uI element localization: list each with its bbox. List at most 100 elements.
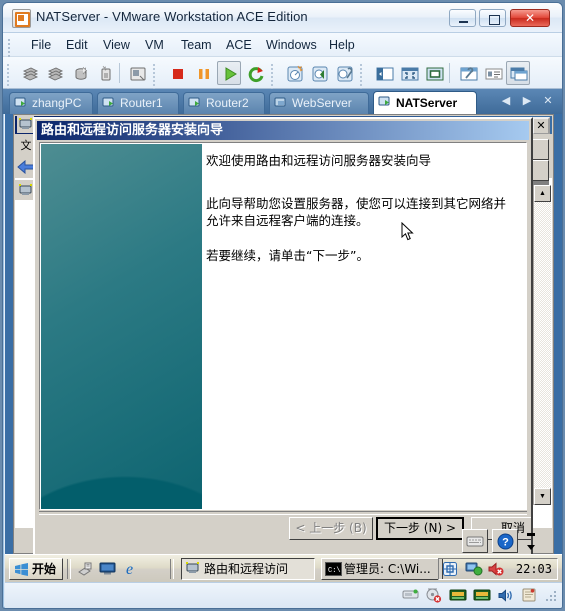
menu-file[interactable]: File	[25, 36, 57, 54]
sound-icon[interactable]	[497, 588, 514, 603]
close-button[interactable]: ✕	[510, 9, 550, 27]
reset-icon[interactable]	[243, 61, 267, 85]
guest-screen[interactable]: ✕ 文 ▲ ▼ 路由和远程访问服务器安装向导 欢迎使用路由和远程访问服务器安装向…	[5, 114, 562, 554]
taskbar-separator-1	[67, 559, 71, 579]
mmc-close-button[interactable]: ✕	[532, 117, 550, 135]
window-titlebar: NATServer - VMware Workstation ACE Editi…	[3, 3, 562, 33]
taskbar-item-label: 管理员: C:\Wi...	[344, 562, 431, 576]
toolbar-grip-3[interactable]	[271, 62, 275, 90]
open-vm-icon[interactable]	[125, 61, 149, 85]
pause-icon[interactable]	[191, 61, 215, 85]
back-button[interactable]: < 上一步 (B)	[289, 517, 373, 540]
vmware-workstation-window: NATServer - VMware Workstation ACE Editi…	[2, 2, 563, 609]
taskbar-item-cmd[interactable]: C:\ 管理员: C:\Wi...	[321, 558, 443, 580]
spinner-buttons[interactable]	[524, 528, 538, 554]
menu-ace[interactable]: ACE	[220, 36, 258, 54]
tab-next-button[interactable]: ▶	[520, 94, 534, 109]
snapshot-manager-icon[interactable]	[332, 61, 356, 85]
minimize-button[interactable]	[449, 9, 476, 27]
taskbar-item-label: 路由和远程访问	[204, 562, 289, 576]
printer-icon[interactable]	[521, 588, 538, 603]
stop-icon[interactable]	[165, 61, 189, 85]
mmc-vertical-scrollbar[interactable]: ▲ ▼	[533, 185, 551, 505]
tab-zhangpc[interactable]: zhangPC	[9, 92, 93, 114]
take-snapshot-icon[interactable]	[282, 61, 306, 85]
resize-grip[interactable]	[546, 591, 558, 603]
tab-natserver[interactable]: NATServer	[373, 91, 477, 114]
menu-vm[interactable]: VM	[139, 36, 170, 54]
revert-snapshot-icon[interactable]	[307, 61, 331, 85]
new-ace-instance-icon[interactable]	[93, 61, 117, 85]
svg-text:?: ?	[502, 536, 509, 548]
power-off-vm-icon[interactable]	[68, 61, 92, 85]
quick-switch-icon[interactable]	[397, 61, 421, 85]
maximize-button[interactable]	[479, 9, 506, 27]
toolbar-grip-2[interactable]	[153, 62, 157, 90]
tree-node-icon[interactable]	[15, 180, 35, 200]
vm-tab-icon	[274, 96, 289, 111]
start-button[interactable]: 开始	[9, 558, 64, 580]
raras-setup-wizard-dialog[interactable]: 路由和远程访问服务器安装向导 欢迎使用路由和远程访问服务器安装向导 此向导帮助您…	[33, 117, 533, 554]
vm-summary-icon[interactable]	[481, 61, 505, 85]
tab-webserver[interactable]: WebServer	[269, 92, 369, 114]
taskbar-separator-2	[170, 559, 174, 579]
wizard-titlebar: 路由和远程访问服务器安装向导	[37, 121, 529, 140]
clock[interactable]: 22:03	[516, 562, 552, 576]
menu-team[interactable]: Team	[175, 36, 218, 54]
tab-close-button[interactable]: ✕	[541, 94, 555, 109]
wizard-button-bar: < 上一步 (B) 下一步 (N) > 取消	[39, 513, 531, 553]
tab-prev-button[interactable]: ◀	[499, 94, 513, 109]
floppy-icon[interactable]	[402, 588, 419, 603]
show-sidebar-icon[interactable]	[372, 61, 396, 85]
tab-router1[interactable]: Router1	[97, 92, 179, 114]
command-prompt-icon: C:\	[325, 562, 342, 576]
vmware-icon	[12, 9, 31, 28]
wizard-heading: 欢迎使用路由和远程访问服务器安装向导	[206, 153, 432, 168]
wizard-banner-image	[41, 144, 202, 509]
network-icon[interactable]	[465, 561, 483, 577]
tab-label: WebServer	[292, 96, 352, 110]
wizard-page: 欢迎使用路由和远程访问服务器安装向导 此向导帮助您设置服务器，使您可以连接到其它…	[39, 142, 527, 510]
network-adapter-1-icon[interactable]	[449, 588, 467, 603]
help-icon[interactable]: ?	[492, 529, 518, 553]
console-root-icon	[17, 116, 34, 133]
volume-muted-icon[interactable]	[487, 561, 504, 577]
internet-explorer-icon[interactable]: e	[121, 560, 138, 578]
vmware-tools-icon[interactable]	[442, 561, 458, 577]
menu-help[interactable]: Help	[323, 36, 361, 54]
toolbar-grip[interactable]	[7, 62, 11, 90]
svg-text:e: e	[126, 561, 133, 577]
cdrom-disconnected-icon[interactable]	[425, 588, 442, 603]
main-toolbar	[3, 57, 562, 90]
scroll-up-button[interactable]: ▲	[534, 185, 551, 202]
full-screen-icon[interactable]	[422, 61, 446, 85]
network-adapter-2-icon[interactable]	[473, 588, 491, 603]
menu-view[interactable]: View	[97, 36, 136, 54]
menu-edit[interactable]: Edit	[60, 36, 94, 54]
display-icon[interactable]	[99, 560, 116, 577]
vmware-status-bar	[5, 582, 562, 608]
vm-settings-icon[interactable]	[456, 61, 480, 85]
tab-label: zhangPC	[32, 96, 82, 110]
on-screen-keyboard-icon[interactable]	[462, 529, 488, 553]
wizard-text-content: 欢迎使用路由和远程访问服务器安装向导 此向导帮助您设置服务器，使您可以连接到其它…	[206, 153, 516, 283]
start-label: 开始	[32, 562, 57, 576]
window-title: NATServer - VMware Workstation ACE Editi…	[36, 9, 308, 24]
next-button[interactable]: 下一步 (N) >	[376, 517, 464, 540]
vm-console-icon[interactable]	[506, 61, 530, 85]
scroll-down-button[interactable]: ▼	[534, 488, 551, 505]
menubar: File Edit View VM Team ACE Windows Help	[3, 33, 562, 61]
tab-router2[interactable]: Router2	[183, 92, 265, 114]
new-team-icon[interactable]	[43, 61, 67, 85]
toolbar-grip-4[interactable]	[360, 62, 364, 90]
tab-label: Router2	[206, 96, 249, 110]
show-desktop-icon[interactable]	[77, 560, 94, 577]
vm-tab-icon	[378, 95, 393, 110]
menu-windows[interactable]: Windows	[260, 36, 323, 54]
menubar-grip[interactable]	[7, 37, 12, 61]
guest-taskbar: 开始 e 路由和远程访问 C:\ 管理员: C:\Wi... 22:03	[5, 554, 562, 582]
play-icon[interactable]	[217, 61, 241, 85]
taskbar-item-rras[interactable]: 路由和远程访问	[181, 558, 315, 580]
new-virtual-machine-icon[interactable]	[18, 61, 42, 85]
mmc-console-icon	[185, 561, 201, 577]
